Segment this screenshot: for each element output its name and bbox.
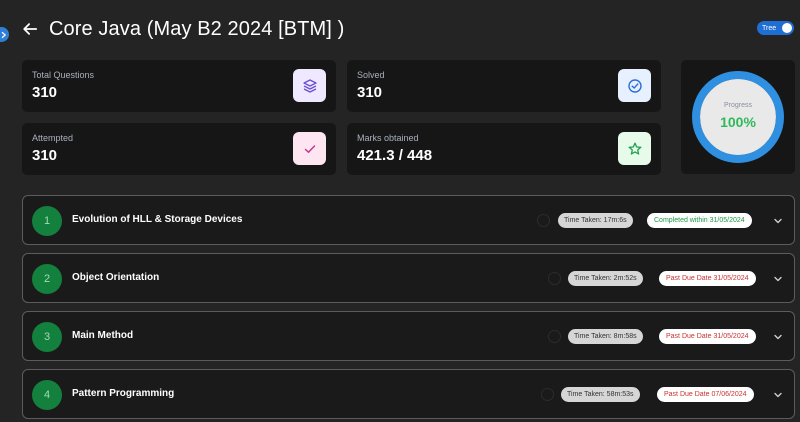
stat-value: 310 — [32, 147, 58, 164]
status-badge: Past Due Date 07/06/2024 — [657, 387, 754, 402]
module-number: 3 — [32, 322, 62, 352]
stat-label: Attempted — [32, 133, 74, 143]
module-name: Object Orientation — [72, 272, 160, 283]
progress-label: Progress — [723, 102, 752, 109]
back-arrow-icon[interactable] — [22, 20, 40, 38]
stat-label: Total Questions — [32, 70, 95, 80]
check-icon — [293, 132, 326, 165]
module-name: Pattern Programming — [72, 388, 175, 399]
status-badge: Completed within 31/05/2024 — [647, 213, 752, 228]
module-name: Main Method — [72, 330, 134, 341]
chevron-down-icon[interactable] — [772, 215, 784, 227]
status-badge: Past Due Date 31/05/2024 — [659, 329, 756, 344]
stat-value: 421.3 / 448 — [357, 147, 433, 164]
module-number: 4 — [32, 380, 62, 410]
module-number: 2 — [32, 264, 62, 294]
progress-pie-icon — [548, 330, 561, 343]
module-row[interactable]: 3 Main Method Time Taken: 8m:58s Past Du… — [22, 311, 795, 361]
stat-card-solved: Solved 310 — [347, 60, 661, 112]
chevron-down-icon[interactable] — [772, 273, 784, 285]
module-row[interactable]: 4 Pattern Programming Time Taken: 58m:53… — [22, 369, 795, 419]
stat-value: 310 — [357, 84, 383, 101]
stat-card-total-questions: Total Questions 310 — [22, 60, 336, 112]
chevron-right-icon — [1, 31, 6, 38]
stat-card-attempted: Attempted 310 — [22, 123, 336, 175]
stat-card-marks: Marks obtained 421.3 / 448 — [347, 123, 661, 175]
stat-label: Marks obtained — [357, 133, 419, 143]
stat-value: 310 — [32, 84, 58, 101]
progress-card: Progress 100% — [681, 60, 795, 174]
stat-label: Solved — [357, 70, 385, 80]
check-circle-icon — [618, 69, 651, 102]
tree-view-toggle[interactable]: Tree — [757, 21, 794, 35]
progress-pie-icon — [548, 272, 561, 285]
time-taken-badge: Time Taken: 58m:53s — [561, 387, 640, 402]
progress-pie-icon — [537, 214, 550, 227]
layers-icon — [293, 69, 326, 102]
module-row[interactable]: 2 Object Orientation Time Taken: 2m:52s … — [22, 253, 795, 303]
time-taken-badge: Time Taken: 17m:6s — [558, 213, 633, 228]
page-title: Core Java (May B2 2024 [BTM] ) — [49, 17, 345, 40]
module-row[interactable]: 1 Evolution of HLL & Storage Devices Tim… — [22, 195, 795, 245]
chevron-down-icon[interactable] — [772, 331, 784, 343]
sidebar-expand-button[interactable] — [0, 27, 9, 42]
star-icon — [618, 132, 651, 165]
status-badge: Past Due Date 31/05/2024 — [659, 271, 756, 286]
module-number: 1 — [32, 206, 62, 236]
tree-toggle-label: Tree — [762, 24, 777, 32]
progress-value: 100% — [720, 114, 756, 130]
module-name: Evolution of HLL & Storage Devices — [72, 214, 243, 225]
toggle-knob — [782, 23, 792, 33]
progress-pie-icon — [541, 388, 554, 401]
page-header: Core Java (May B2 2024 [BTM] ) — [22, 14, 344, 44]
chevron-down-icon[interactable] — [772, 389, 784, 401]
time-taken-badge: Time Taken: 2m:52s — [568, 271, 643, 286]
time-taken-badge: Time Taken: 8m:58s — [568, 329, 643, 344]
